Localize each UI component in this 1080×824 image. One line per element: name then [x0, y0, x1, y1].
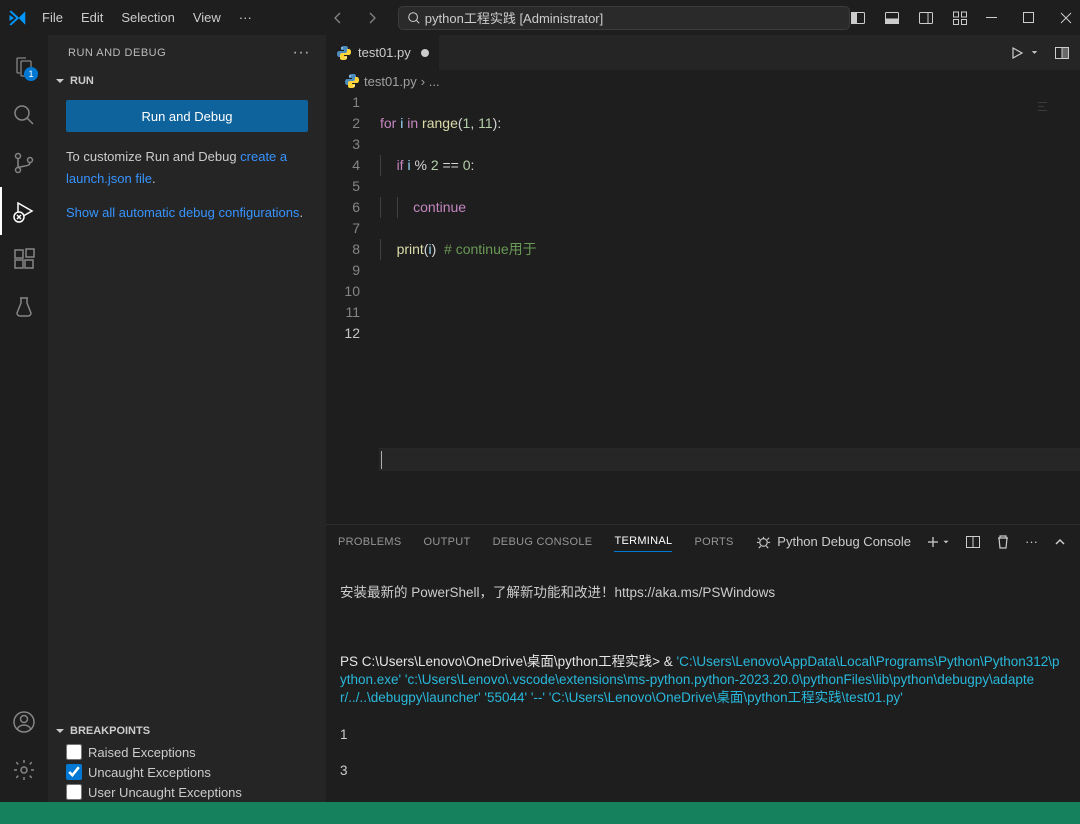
run-section-label: RUN — [70, 75, 94, 87]
split-editor-icon[interactable] — [1054, 45, 1070, 61]
run-section-header[interactable]: RUN — [48, 70, 326, 92]
activity-source-control[interactable] — [0, 139, 48, 187]
code-content[interactable]: for i in range(1, 11): if i % 2 == 0: co… — [380, 92, 1080, 512]
terminal-content[interactable]: 安装最新的 PowerShell，了解新功能和改进！https://aka.ms… — [326, 558, 1080, 802]
activity-bar: 1 — [0, 35, 48, 802]
terminal-line: 安装最新的 PowerShell，了解新功能和改进！https://aka.ms… — [340, 584, 1066, 602]
trash-icon[interactable] — [995, 534, 1011, 550]
terminal-line: PS C:\Users\Lenovo\OneDrive\桌面\python工程实… — [340, 653, 1066, 708]
bp-raised-checkbox[interactable] — [66, 744, 82, 760]
bp-uncaught-label: Uncaught Exceptions — [88, 765, 211, 780]
breakpoints-label: BREAKPOINTS — [70, 725, 150, 737]
new-terminal-icon[interactable] — [925, 534, 951, 550]
minimap[interactable]: ▬▬▬▬▬▬▬▬ — [1038, 100, 1068, 110]
tab-label: test01.py — [358, 45, 411, 60]
bp-uncaught-checkbox[interactable] — [66, 764, 82, 780]
breadcrumb[interactable]: test01.py › ... — [326, 70, 1080, 92]
terminal-line: 3 — [340, 762, 1066, 780]
explorer-badge: 1 — [24, 67, 38, 81]
activity-explorer[interactable]: 1 — [0, 43, 48, 91]
menu-file[interactable]: File — [34, 6, 71, 29]
chevron-down-icon[interactable] — [1029, 47, 1040, 58]
run-icon[interactable] — [1009, 45, 1025, 61]
layout-sidebar-left-icon[interactable] — [850, 10, 866, 26]
activity-testing[interactable] — [0, 283, 48, 331]
chevron-down-icon — [52, 723, 68, 739]
vscode-logo-icon — [8, 9, 26, 27]
nav-back-icon[interactable] — [330, 10, 346, 26]
line-numbers: 123456789101112 — [326, 92, 380, 512]
panel-tab-debug-console[interactable]: DEBUG CONSOLE — [493, 532, 593, 552]
customize-layout-icon[interactable] — [952, 10, 968, 26]
bp-raised-exceptions[interactable]: Raised Exceptions — [48, 742, 326, 762]
nav-forward-icon[interactable] — [364, 10, 380, 26]
search-icon — [407, 11, 421, 25]
bug-icon — [756, 534, 771, 549]
panel: PROBLEMS OUTPUT DEBUG CONSOLE TERMINAL P… — [326, 524, 1080, 802]
title-bar: File Edit Selection View ··· python工程实践 … — [0, 0, 1080, 35]
editor-tabs: test01.py — [326, 35, 1080, 70]
activity-settings[interactable] — [0, 746, 48, 794]
bp-user-uncaught-label: User Uncaught Exceptions — [88, 785, 242, 800]
terminal-line: 1 — [340, 726, 1066, 744]
run-and-debug-button[interactable]: Run and Debug — [66, 100, 308, 132]
nav-arrows — [330, 10, 380, 26]
split-terminal-icon[interactable] — [965, 534, 981, 550]
customize-text: To customize Run and Debug create a laun… — [66, 146, 308, 190]
panel-tabs: PROBLEMS OUTPUT DEBUG CONSOLE TERMINAL P… — [326, 525, 1080, 558]
activity-accounts[interactable] — [0, 698, 48, 746]
activity-search[interactable] — [0, 91, 48, 139]
menu-edit[interactable]: Edit — [73, 6, 111, 29]
sidebar-header: RUN AND DEBUG ··· — [48, 35, 326, 70]
menu-selection[interactable]: Selection — [113, 6, 182, 29]
search-text: python工程实践 [Administrator] — [425, 8, 603, 27]
maximize-icon[interactable] — [1023, 12, 1034, 23]
chevron-up-icon[interactable] — [1052, 534, 1068, 550]
python-file-icon — [336, 45, 352, 61]
bp-user-uncaught-exceptions[interactable]: User Uncaught Exceptions — [48, 782, 326, 802]
bp-raised-label: Raised Exceptions — [88, 745, 196, 760]
editor-area: test01.py test01.py › ... 12345678910111… — [326, 35, 1080, 802]
menu-view[interactable]: View — [185, 6, 229, 29]
menu-bar: File Edit Selection View ··· — [34, 6, 260, 29]
breakpoints-header[interactable]: BREAKPOINTS — [48, 720, 326, 742]
breadcrumb-file: test01.py — [364, 74, 417, 89]
panel-tab-problems[interactable]: PROBLEMS — [338, 532, 402, 552]
layout-panel-icon[interactable] — [884, 10, 900, 26]
panel-tab-terminal[interactable]: TERMINAL — [614, 531, 672, 552]
minimize-icon[interactable] — [986, 12, 997, 23]
bp-user-uncaught-checkbox[interactable] — [66, 784, 82, 800]
show-all-configs: Show all automatic debug configurations. — [66, 202, 308, 224]
layout-sidebar-right-icon[interactable] — [918, 10, 934, 26]
tab-test01[interactable]: test01.py — [326, 35, 439, 70]
text-cursor — [381, 451, 382, 469]
menu-more[interactable]: ··· — [231, 6, 260, 29]
terminal-profile[interactable]: Python Debug Console — [756, 534, 911, 549]
chevron-down-icon — [52, 73, 68, 89]
chevron-down-icon[interactable] — [941, 537, 951, 547]
tab-dirty-icon — [421, 49, 429, 57]
panel-tab-ports[interactable]: PORTS — [694, 532, 733, 552]
editor[interactable]: 123456789101112 for i in range(1, 11): i… — [326, 92, 1080, 512]
activity-run-debug[interactable] — [0, 187, 48, 235]
breadcrumb-separator: › ... — [421, 74, 440, 89]
bp-uncaught-exceptions[interactable]: Uncaught Exceptions — [48, 762, 326, 782]
panel-tab-output[interactable]: OUTPUT — [424, 532, 471, 552]
command-center[interactable]: python工程实践 [Administrator] — [398, 6, 850, 30]
sidebar: RUN AND DEBUG ··· RUN Run and Debug To c… — [48, 35, 326, 802]
activity-extensions[interactable] — [0, 235, 48, 283]
python-file-icon — [344, 73, 360, 89]
panel-more-icon[interactable]: ··· — [1025, 534, 1038, 549]
show-all-configs-link[interactable]: Show all automatic debug configurations — [66, 205, 299, 220]
sidebar-title: RUN AND DEBUG — [68, 47, 166, 59]
layout-controls — [850, 10, 968, 26]
status-bar[interactable] — [0, 802, 1080, 824]
close-icon[interactable] — [1060, 12, 1072, 24]
sidebar-more-icon[interactable]: ··· — [293, 44, 310, 62]
